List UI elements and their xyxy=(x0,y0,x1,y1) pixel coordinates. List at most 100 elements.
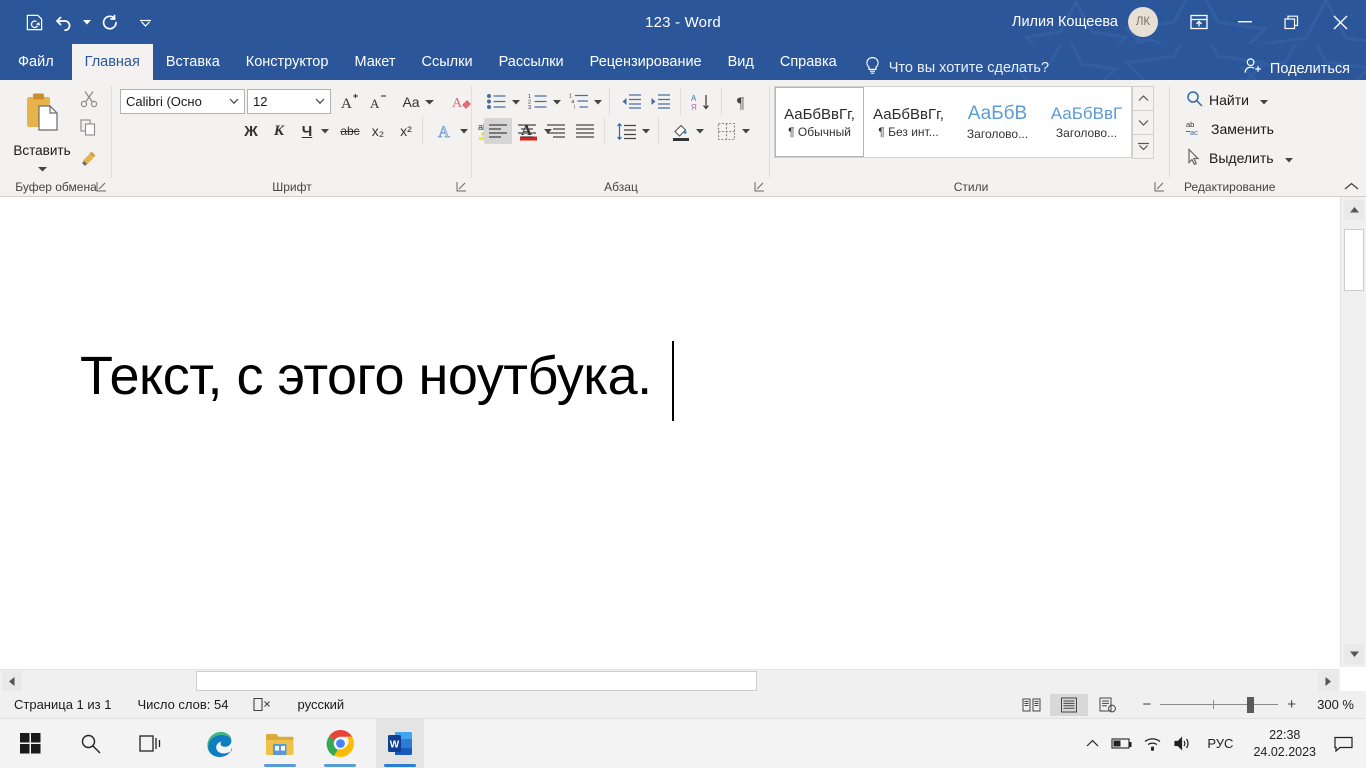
font-dialog-launcher[interactable] xyxy=(454,179,468,193)
style-item-heading-1[interactable]: АаБбВ Заголово... xyxy=(953,87,1042,157)
increase-indent-button[interactable] xyxy=(647,89,674,114)
share-button[interactable]: Поделиться xyxy=(1244,57,1366,80)
zoom-thumb[interactable] xyxy=(1247,696,1255,713)
sort-button[interactable]: А Я xyxy=(688,89,715,114)
horizontal-scroll-thumb[interactable] xyxy=(196,671,757,691)
ribbon-display-options-icon[interactable] xyxy=(1176,0,1222,44)
file-explorer-icon[interactable] xyxy=(256,719,304,768)
subscript-button[interactable]: x₂ xyxy=(365,118,391,144)
copy-button[interactable] xyxy=(76,115,102,141)
tab-mailings[interactable]: Рассылки xyxy=(486,44,577,80)
superscript-button[interactable]: x² xyxy=(393,118,419,144)
volume-icon[interactable] xyxy=(1167,719,1197,768)
style-item-no-spacing[interactable]: АаБбВвГг, ¶ Без инт... xyxy=(864,87,953,157)
paragraph-dialog-launcher[interactable] xyxy=(752,179,766,193)
align-center-button[interactable] xyxy=(513,118,541,144)
start-icon[interactable] xyxy=(6,719,54,768)
vertical-scrollbar[interactable] xyxy=(1340,197,1366,667)
style-item-heading-2[interactable]: АаБбВвГ Заголово... xyxy=(1042,87,1131,157)
proofing-errors-icon[interactable] xyxy=(252,697,272,712)
show-formatting-marks-button[interactable]: ¶ xyxy=(729,89,756,114)
numbering-dropdown-icon[interactable] xyxy=(550,89,564,114)
zoom-level[interactable]: 300 % xyxy=(1306,697,1354,712)
chrome-icon[interactable] xyxy=(316,719,364,768)
tab-review[interactable]: Рецензирование xyxy=(577,44,715,80)
scroll-right-icon[interactable] xyxy=(1318,671,1338,691)
document-text[interactable]: Текст, с этого ноутбука. xyxy=(80,345,652,407)
paste-button[interactable]: Вставить xyxy=(8,86,76,172)
task-view-icon[interactable] xyxy=(126,719,174,768)
vertical-scroll-thumb[interactable] xyxy=(1344,229,1364,291)
format-painter-button[interactable] xyxy=(76,144,102,170)
document-canvas[interactable]: Текст, с этого ноутбука. xyxy=(0,197,1366,667)
multilevel-list-dropdown-icon[interactable] xyxy=(591,89,605,114)
read-mode-button[interactable] xyxy=(1012,694,1050,716)
shading-dropdown-icon[interactable] xyxy=(693,118,707,144)
font-family-dropdown-icon[interactable] xyxy=(224,98,244,105)
font-family-combo[interactable]: Calibri (Осно xyxy=(120,89,245,114)
clock[interactable]: 22:38 24.02.2023 xyxy=(1243,727,1326,761)
underline-dropdown-icon[interactable] xyxy=(318,118,332,144)
zoom-out-button[interactable]: − xyxy=(1142,696,1151,713)
decrease-indent-button[interactable] xyxy=(618,89,645,114)
scroll-up-icon[interactable] xyxy=(1344,200,1364,220)
text-effects-button[interactable]: A xyxy=(432,118,458,144)
justify-button[interactable] xyxy=(571,118,599,144)
clipboard-dialog-launcher[interactable] xyxy=(94,179,108,193)
tell-me-box[interactable]: Что вы хотите сделать? xyxy=(864,56,1049,80)
horizontal-scrollbar[interactable] xyxy=(0,669,1340,691)
tab-insert[interactable]: Вставка xyxy=(153,44,233,80)
italic-button[interactable]: К xyxy=(266,118,292,144)
page-indicator[interactable]: Страница 1 из 1 xyxy=(14,697,111,712)
scroll-down-icon[interactable] xyxy=(1344,644,1364,664)
font-size-combo[interactable]: 12 xyxy=(247,89,331,114)
borders-dropdown-icon[interactable] xyxy=(739,118,753,144)
shrink-font-button[interactable]: A xyxy=(364,89,390,114)
grow-font-button[interactable]: A xyxy=(336,89,362,114)
wifi-icon[interactable] xyxy=(1137,719,1167,768)
bullets-button[interactable] xyxy=(484,89,510,114)
line-spacing-dropdown-icon[interactable] xyxy=(639,118,653,144)
styles-scroll-up-icon[interactable] xyxy=(1132,86,1154,111)
underline-button[interactable]: Ч xyxy=(294,118,320,144)
text-effects-dropdown-icon[interactable] xyxy=(457,118,471,144)
styles-scroll-down-icon[interactable] xyxy=(1132,110,1154,135)
scroll-left-icon[interactable] xyxy=(2,671,22,691)
print-layout-button[interactable] xyxy=(1050,693,1089,716)
tab-home[interactable]: Главная xyxy=(71,44,153,80)
bold-button[interactable]: Ж xyxy=(238,118,264,144)
align-left-button[interactable] xyxy=(484,118,512,144)
notification-center-icon[interactable] xyxy=(1326,719,1360,768)
tab-design[interactable]: Конструктор xyxy=(233,44,342,80)
shading-button[interactable] xyxy=(666,118,694,144)
web-layout-button[interactable] xyxy=(1088,694,1126,716)
borders-button[interactable] xyxy=(712,118,740,144)
styles-more-icon[interactable] xyxy=(1132,134,1154,159)
search-icon[interactable] xyxy=(66,719,114,768)
close-icon[interactable] xyxy=(1314,0,1366,44)
replace-button[interactable]: ab ac Заменить xyxy=(1186,119,1274,139)
avatar[interactable]: ЛК xyxy=(1128,7,1158,37)
tab-layout[interactable]: Макет xyxy=(341,44,408,80)
paste-dropdown-icon[interactable] xyxy=(37,159,47,177)
zoom-slider[interactable] xyxy=(1160,696,1279,713)
style-item-normal[interactable]: АаБбВвГг, ¶ Обычный xyxy=(775,87,864,157)
collapse-ribbon-icon[interactable] xyxy=(1342,177,1360,195)
change-case-button[interactable]: Aa xyxy=(397,89,439,114)
language-indicator[interactable]: русский xyxy=(298,697,345,712)
select-dropdown-icon[interactable] xyxy=(1284,150,1293,166)
line-spacing-button[interactable] xyxy=(612,118,640,144)
styles-dialog-launcher[interactable] xyxy=(1152,179,1166,193)
user-name[interactable]: Лилия Кощеева xyxy=(1012,14,1118,30)
word-icon[interactable]: W xyxy=(376,718,424,768)
tab-file[interactable]: Файл xyxy=(0,44,72,80)
minimize-icon[interactable] xyxy=(1222,0,1268,44)
edge-icon[interactable] xyxy=(196,719,244,768)
align-right-button[interactable] xyxy=(542,118,570,144)
zoom-in-button[interactable]: + xyxy=(1287,696,1296,713)
bullets-dropdown-icon[interactable] xyxy=(509,89,523,114)
tab-view[interactable]: Вид xyxy=(715,44,767,80)
numbering-button[interactable]: 123 xyxy=(525,89,551,114)
tab-help[interactable]: Справка xyxy=(767,44,850,80)
restore-icon[interactable] xyxy=(1268,0,1314,44)
